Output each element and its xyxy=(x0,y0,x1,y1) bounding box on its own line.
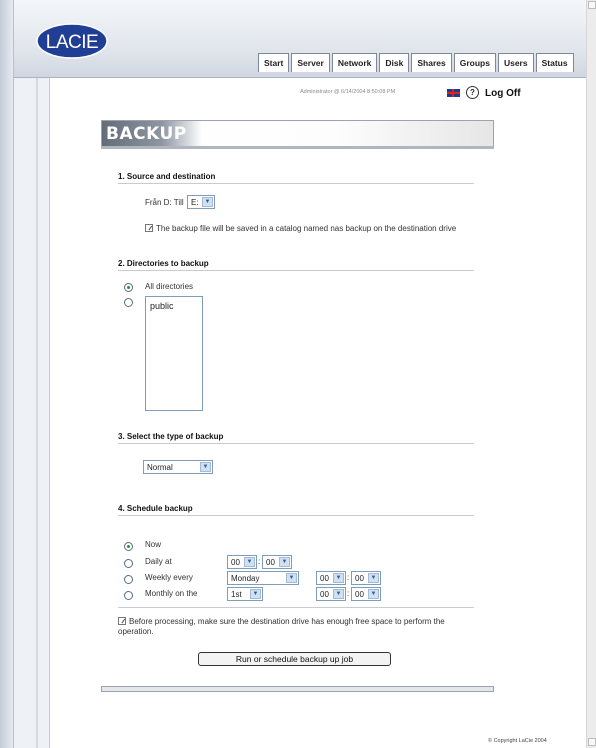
uk-flag-icon[interactable] xyxy=(447,89,460,97)
section-4-title: 4. Schedule backup xyxy=(118,504,193,513)
section-1-title: 1. Source and destination xyxy=(118,172,216,181)
chevron-down-icon: ▼ xyxy=(333,573,344,583)
schedule-weekly-radio[interactable] xyxy=(124,575,133,584)
main-tabs: Start Server Network Disk Shares Groups … xyxy=(258,53,576,72)
left-frame-border xyxy=(0,0,14,748)
chevron-down-icon: ▼ xyxy=(250,589,261,599)
note-icon xyxy=(145,224,153,232)
section-3-title: 3. Select the type of backup xyxy=(118,432,224,441)
left-sidebar xyxy=(14,78,50,748)
chevron-down-icon: ▼ xyxy=(333,589,344,599)
divider xyxy=(118,607,474,608)
run-backup-button[interactable]: Run or schedule backup up job xyxy=(198,652,391,666)
schedule-daily-radio[interactable] xyxy=(124,559,133,568)
chevron-down-icon: ▼ xyxy=(279,557,290,567)
weekly-minute-select[interactable]: 00 ▼ xyxy=(351,571,381,585)
schedule-monthly-label: Monthly on the xyxy=(145,589,198,598)
time-separator: : xyxy=(258,557,261,566)
section-2-title: 2. Directories to backup xyxy=(118,259,209,268)
tab-users[interactable]: Users xyxy=(497,53,534,72)
session-info: Administrator @ 6/14/2004 8:50:08 PM xyxy=(300,89,396,95)
schedule-weekly-label: Weekly every xyxy=(145,573,193,582)
weekly-day-select[interactable]: Monday ▼ xyxy=(227,571,299,585)
scroll-down-arrow-icon[interactable] xyxy=(588,738,596,746)
monthly-hour-select[interactable]: 00 ▼ xyxy=(316,587,346,601)
list-item[interactable]: public xyxy=(150,301,174,311)
free-space-note: Before processing, make sure the destina… xyxy=(118,617,445,636)
divider xyxy=(118,183,474,184)
chevron-down-icon: ▼ xyxy=(368,589,379,599)
all-directories-radio[interactable] xyxy=(124,283,133,292)
chevron-down-icon: ▼ xyxy=(286,573,297,583)
schedule-now-radio[interactable] xyxy=(124,542,133,551)
tab-status[interactable]: Status xyxy=(535,53,574,72)
monthly-day-select[interactable]: 1st ▼ xyxy=(227,587,263,601)
chevron-down-icon: ▼ xyxy=(200,462,211,472)
bottom-bar xyxy=(101,686,494,692)
divider xyxy=(118,515,474,516)
monthly-minute-select[interactable]: 00 ▼ xyxy=(351,587,381,601)
select-directory-radio[interactable] xyxy=(124,298,133,307)
log-off-link[interactable]: Log Off xyxy=(485,88,521,99)
scrollbar[interactable] xyxy=(586,0,596,748)
header: LACIE Start Server Network Disk Shares G… xyxy=(14,0,586,78)
schedule-now-label: Now xyxy=(145,540,162,549)
daily-hour-select[interactable]: 00 ▼ xyxy=(227,555,257,569)
backup-type-select[interactable]: Normal ▼ xyxy=(143,460,213,474)
all-directories-label: All directories xyxy=(145,282,194,291)
time-separator: : xyxy=(347,589,350,598)
directory-list[interactable]: public xyxy=(145,296,203,411)
schedule-monthly-radio[interactable] xyxy=(124,591,133,600)
page-title: BACKUP xyxy=(106,124,187,144)
divider xyxy=(118,270,474,271)
tab-groups[interactable]: Groups xyxy=(453,53,496,72)
daily-minute-select[interactable]: 00 ▼ xyxy=(262,555,292,569)
tab-shares[interactable]: Shares xyxy=(411,53,452,72)
source-label: Från D: Till xyxy=(145,198,184,207)
tab-start[interactable]: Start xyxy=(258,53,290,72)
scroll-up-arrow-icon[interactable] xyxy=(588,1,596,9)
chevron-down-icon: ▼ xyxy=(202,197,213,207)
help-icon[interactable]: ? xyxy=(466,86,479,99)
divider xyxy=(118,443,474,444)
tab-server[interactable]: Server xyxy=(291,53,330,72)
note-icon xyxy=(118,617,126,625)
page-title-bar: BACKUP xyxy=(101,120,494,148)
svg-text:LACIE: LACIE xyxy=(46,32,98,53)
time-separator: : xyxy=(347,573,350,582)
chevron-down-icon: ▼ xyxy=(368,573,379,583)
lacie-logo-icon: LACIE xyxy=(36,23,108,59)
title-underline xyxy=(101,146,494,149)
tab-network[interactable]: Network xyxy=(331,53,378,72)
destination-select[interactable]: E: ▼ xyxy=(187,195,215,209)
weekly-hour-select[interactable]: 00 ▼ xyxy=(316,571,346,585)
tab-disk[interactable]: Disk xyxy=(379,53,410,72)
catalog-note: The backup file will be saved in a catal… xyxy=(145,224,475,234)
chevron-down-icon: ▼ xyxy=(244,557,255,567)
schedule-daily-label: Daily at xyxy=(145,557,172,566)
copyright: © Copyright LaCie 2004 xyxy=(488,738,547,744)
